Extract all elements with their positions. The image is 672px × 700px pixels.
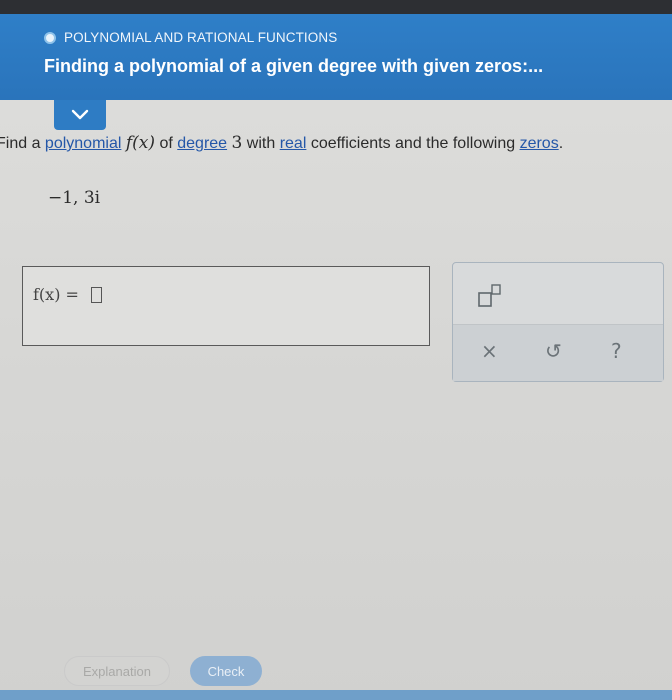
explanation-button[interactable]: Explanation [64,656,170,686]
question-text-part: . [558,135,564,152]
answer-input-slot[interactable] [91,287,102,303]
question-text: Find a polynomial f(x) of degree 3 with … [0,133,563,153]
function-notation: f(x) [125,133,156,153]
help-button[interactable]: ? [611,339,622,363]
footer-strip [0,690,672,700]
undo-button[interactable]: ↺ [545,339,562,363]
topic-row: POLYNOMIAL AND RATIONAL FUNCTIONS [44,30,337,45]
page-title: Finding a polynomial of a given degree w… [44,56,544,76]
link-polynomial[interactable]: polynomial [45,135,121,152]
degree-value: 3 [231,133,243,153]
header-bar: POLYNOMIAL AND RATIONAL FUNCTIONS Findin… [0,14,672,100]
question-text-part: of [155,135,178,152]
chevron-down-icon [71,109,89,120]
content-area [0,100,672,700]
topic-status-icon [44,31,56,44]
tools-action-row: × ↺ ? [453,324,663,381]
link-real[interactable]: real [280,135,307,152]
clear-button[interactable]: × [481,339,498,363]
superscript-template-button[interactable] [477,283,503,309]
question-text-part: with [242,135,280,152]
screen-bezel [0,0,672,14]
collapse-header-button[interactable] [54,100,106,130]
superscript-template-icon [478,284,501,307]
question-text-part: Find a [0,135,45,152]
given-zeros: −1, 3i [48,188,101,208]
question-text-part: coefficients and the following [306,135,520,152]
answer-label: f(x) = [33,285,79,304]
answer-input-box[interactable]: f(x) = [22,266,430,346]
math-tools-panel: × ↺ ? [452,262,664,382]
topic-label: POLYNOMIAL AND RATIONAL FUNCTIONS [64,30,338,45]
check-button[interactable]: Check [190,656,262,686]
link-zeros[interactable]: zeros [520,135,559,152]
link-degree[interactable]: degree [177,135,227,152]
